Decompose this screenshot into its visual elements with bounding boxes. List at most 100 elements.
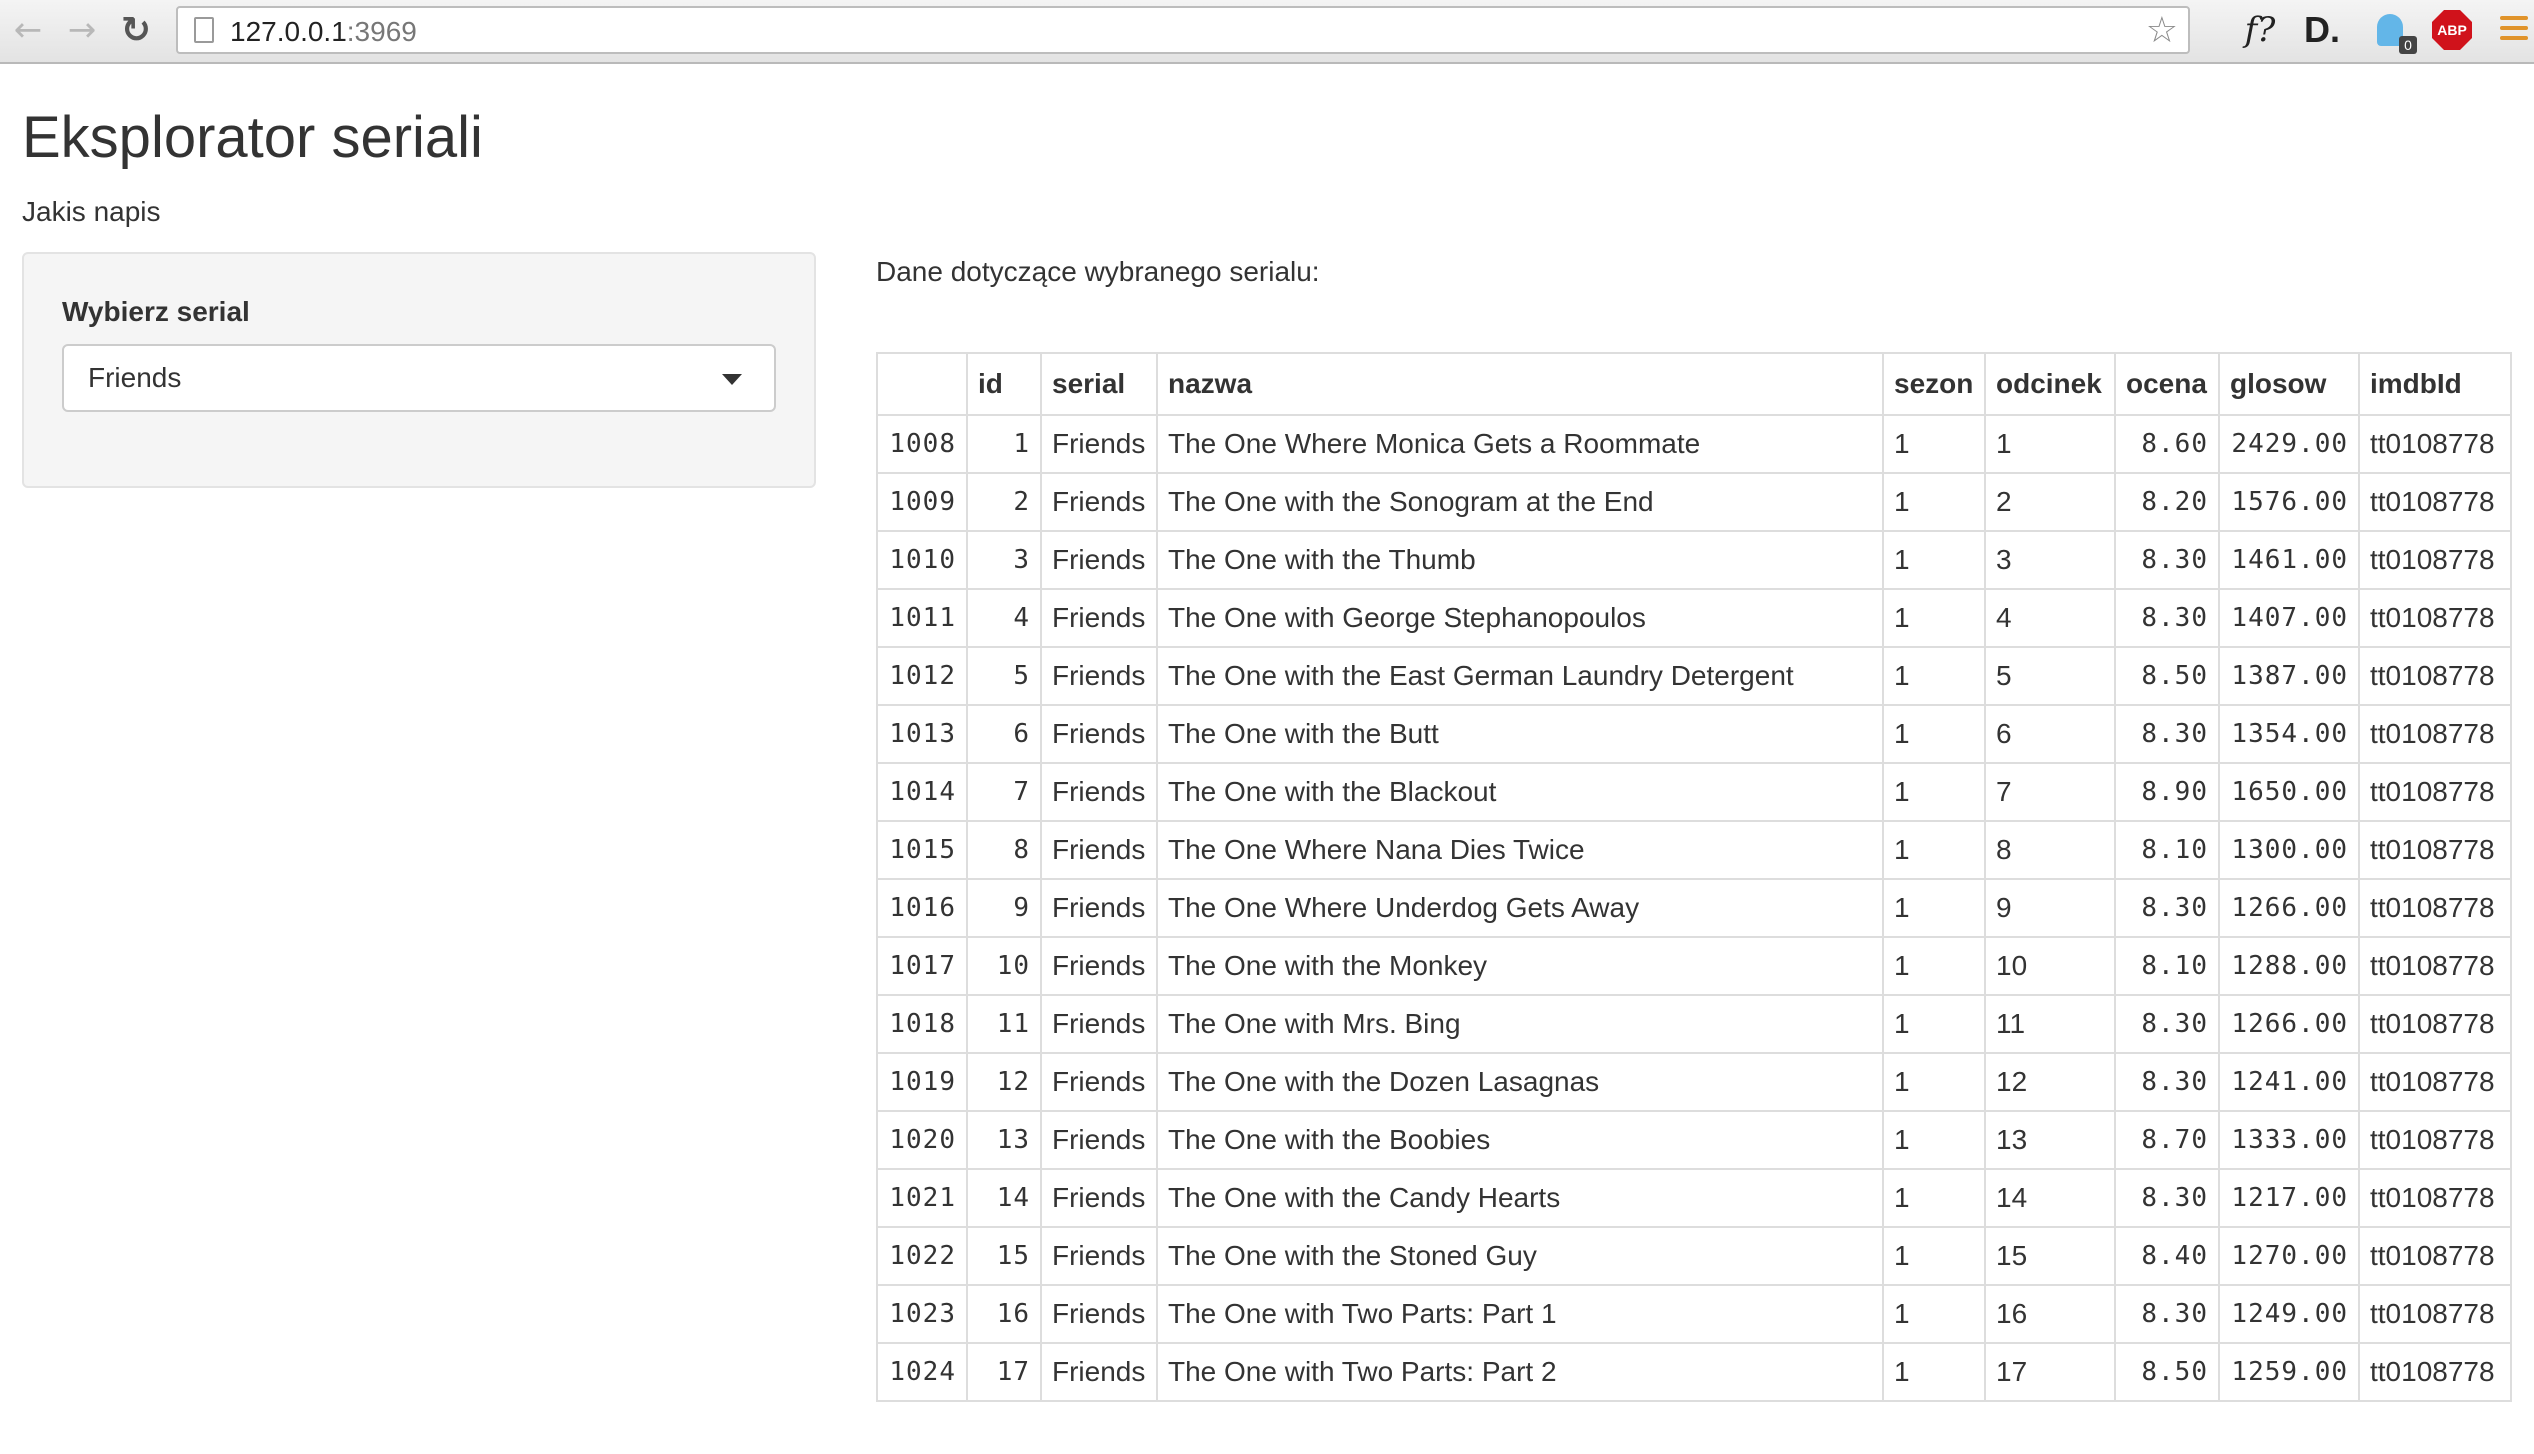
imdbid-cell: tt0108778 [2358, 820, 2512, 880]
column-header-serial: serial [1040, 352, 1158, 416]
column-header-glosow: glosow [2218, 352, 2360, 416]
id-cell: 12 [966, 1052, 1042, 1112]
sezon-cell: 1 [1882, 1110, 1986, 1170]
serial-cell: Friends [1040, 820, 1158, 880]
glosow-cell: 1461.00 [2218, 530, 2360, 590]
odcinek-cell: 13 [1984, 1110, 2116, 1170]
address-bar[interactable]: 127.0.0.1:3969 ☆ [176, 6, 2190, 54]
id-cell: 17 [966, 1342, 1042, 1402]
sezon-cell: 1 [1882, 646, 1986, 706]
table-row: 1010 3 Friends The One with the Thumb 1 3 8.30… [876, 530, 2512, 590]
ghost-icon: 0 [2377, 14, 2417, 54]
odcinek-cell: 2 [1984, 472, 2116, 532]
glosow-cell: 1266.00 [2218, 878, 2360, 938]
table-row: 1009 2 Friends The One with the Sonogram at… [876, 472, 2512, 532]
row-name-cell: 1008 [876, 414, 968, 474]
imdbid-cell: tt0108778 [2358, 588, 2512, 648]
caret-down-icon [722, 374, 742, 385]
odcinek-cell: 10 [1984, 936, 2116, 996]
id-cell: 6 [966, 704, 1042, 764]
nazwa-cell: The One with the Thumb [1156, 530, 1884, 590]
column-header-nazwa: nazwa [1156, 352, 1884, 416]
sezon-cell: 1 [1882, 530, 1986, 590]
ocena-cell: 8.30 [2114, 994, 2220, 1054]
adblock-extension-icon[interactable]: ABP [2430, 8, 2474, 52]
serial-cell: Friends [1040, 646, 1158, 706]
id-cell: 5 [966, 646, 1042, 706]
glosow-cell: 1387.00 [2218, 646, 2360, 706]
ocena-cell: 8.30 [2114, 1284, 2220, 1344]
imdbid-cell: tt0108778 [2358, 762, 2512, 822]
url-text: 127.0.0.1:3969 [230, 16, 417, 48]
back-arrow-icon[interactable]: ← [8, 10, 48, 50]
nazwa-cell: The One with the East German Laundry Det… [1156, 646, 1884, 706]
table-row: 1013 6 Friends The One with the Butt 1 6 8.30 1… [876, 704, 2512, 764]
row-name-cell: 1010 [876, 530, 968, 590]
row-name-cell: 1013 [876, 704, 968, 764]
glosow-cell: 1249.00 [2218, 1284, 2360, 1344]
serial-cell: Friends [1040, 994, 1158, 1054]
table-row: 1008 1 Friends The One Where Monica Gets a … [876, 414, 2512, 474]
row-name-cell: 1012 [876, 646, 968, 706]
serial-cell: Friends [1040, 1342, 1158, 1402]
imdbid-cell: tt0108778 [2358, 472, 2512, 532]
glosow-cell: 1288.00 [2218, 936, 2360, 996]
serial-cell: Friends [1040, 472, 1158, 532]
row-name-cell: 1019 [876, 1052, 968, 1112]
id-cell: 10 [966, 936, 1042, 996]
imdbid-cell: tt0108778 [2358, 878, 2512, 938]
ocena-cell: 8.90 [2114, 762, 2220, 822]
ocena-cell: 8.70 [2114, 1110, 2220, 1170]
ghostery-extension-icon[interactable]: 0 [2368, 8, 2417, 54]
page-icon [194, 17, 214, 43]
series-select[interactable]: Friends [62, 344, 776, 412]
f-extension-icon[interactable]: f? [2238, 8, 2282, 52]
serial-cell: Friends [1040, 704, 1158, 764]
glosow-cell: 1300.00 [2218, 820, 2360, 880]
nazwa-cell: The One Where Underdog Gets Away [1156, 878, 1884, 938]
forward-arrow-icon[interactable]: → [62, 10, 102, 50]
imdbid-cell: tt0108778 [2358, 414, 2512, 474]
id-cell: 11 [966, 994, 1042, 1054]
odcinek-cell: 1 [1984, 414, 2116, 474]
sidebar-panel: Wybierz serial Friends [22, 252, 816, 488]
column-header-imdbid: imdbId [2358, 352, 2512, 416]
nazwa-cell: The One Where Nana Dies Twice [1156, 820, 1884, 880]
imdbid-cell: tt0108778 [2358, 1168, 2512, 1228]
row-name-cell: 1011 [876, 588, 968, 648]
odcinek-cell: 5 [1984, 646, 2116, 706]
ocena-cell: 8.30 [2114, 1168, 2220, 1228]
odcinek-cell: 6 [1984, 704, 2116, 764]
bookmark-star-icon[interactable]: ☆ [2146, 10, 2178, 51]
ocena-cell: 8.50 [2114, 1342, 2220, 1402]
d-extension-icon[interactable]: D. [2300, 8, 2344, 52]
browser-menu-icon[interactable] [2500, 16, 2528, 46]
serial-cell: Friends [1040, 1168, 1158, 1228]
row-name-cell: 1015 [876, 820, 968, 880]
odcinek-cell: 12 [1984, 1052, 2116, 1112]
nazwa-cell: The One with the Dozen Lasagnas [1156, 1052, 1884, 1112]
imdbid-cell: tt0108778 [2358, 1342, 2512, 1402]
imdbid-cell: tt0108778 [2358, 646, 2512, 706]
row-name-cell: 1009 [876, 472, 968, 532]
nazwa-cell: The One with the Stoned Guy [1156, 1226, 1884, 1286]
url-port: :3969 [346, 16, 417, 47]
odcinek-cell: 4 [1984, 588, 2116, 648]
id-cell: 15 [966, 1226, 1042, 1286]
table-heading: Dane dotyczące wybranego serialu: [876, 256, 1320, 287]
imdbid-cell: tt0108778 [2358, 1052, 2512, 1112]
reload-icon[interactable]: ↻ [116, 10, 156, 51]
id-cell: 14 [966, 1168, 1042, 1228]
table-row: 1020 13 Friends The One with the Boobies 1 13… [876, 1110, 2512, 1170]
nazwa-cell: The One with the Sonogram at the End [1156, 472, 1884, 532]
glosow-cell: 1270.00 [2218, 1226, 2360, 1286]
url-host: 127.0.0.1 [230, 16, 347, 47]
serial-cell: Friends [1040, 1284, 1158, 1344]
imdbid-cell: tt0108778 [2358, 994, 2512, 1054]
table-row: 1011 4 Friends The One with George Stephano… [876, 588, 2512, 648]
glosow-cell: 1241.00 [2218, 1052, 2360, 1112]
ocena-cell: 8.30 [2114, 878, 2220, 938]
row-name-cell: 1016 [876, 878, 968, 938]
nazwa-cell: The One with the Blackout [1156, 762, 1884, 822]
glosow-cell: 1407.00 [2218, 588, 2360, 648]
